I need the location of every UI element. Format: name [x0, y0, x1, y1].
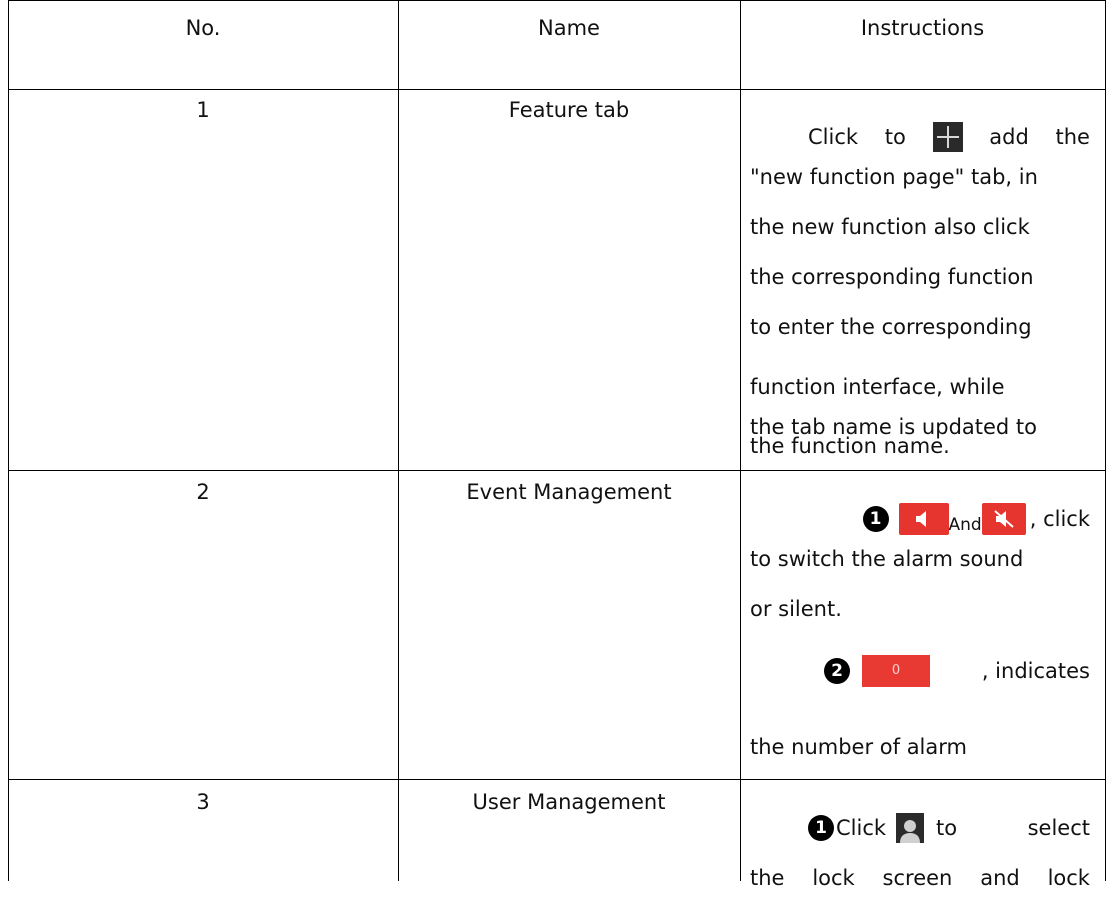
- row-1-name: Feature tab: [508, 98, 630, 122]
- row-1-click-word: Click: [808, 125, 859, 149]
- row-2-no: 2: [196, 480, 210, 504]
- row-1-no: 1: [196, 98, 210, 122]
- justified-word: and: [980, 866, 1020, 890]
- justified-word: screen: [882, 866, 953, 890]
- table-col-divider: [740, 0, 741, 881]
- speaker-on-icon: [898, 503, 949, 535]
- instruction-line: to switch the alarm sound: [750, 547, 1024, 571]
- header-instructions: Instructions: [860, 16, 985, 40]
- instruction-line: function interface, while: [750, 362, 1090, 412]
- speaker-glyph: [915, 511, 926, 527]
- table-border-right: [1105, 0, 1106, 881]
- instruction-line: or silent.: [750, 597, 842, 621]
- header-name: Name: [538, 16, 600, 40]
- user-icon: [896, 813, 925, 843]
- instruction-line: "new function page" tab, in: [750, 165, 1038, 189]
- table-border-top: [8, 0, 1106, 1]
- table-col-divider: [398, 0, 399, 881]
- instruction-table: No. Name Instructions 1 Feature tab Clic…: [0, 0, 1113, 890]
- row-3-instructions: 1 Click to select the lock screen and lo…: [750, 803, 1090, 890]
- instruction-line: the lock screen and lock: [750, 853, 1090, 903]
- row-1-to-word: to: [884, 125, 906, 149]
- instruction-line: the new function also click: [750, 215, 1030, 239]
- and-word: And: [948, 515, 982, 535]
- step-1-marker: 1: [808, 815, 834, 841]
- row-2-name: Event Management: [466, 480, 672, 504]
- muted-glyph: [994, 510, 1014, 528]
- indicates-word: , indicates: [981, 659, 1090, 683]
- justified-word: lock: [812, 866, 855, 890]
- row-2-step2-line: 2 0 , indicates: [750, 646, 1090, 696]
- instruction-line: the corresponding function: [750, 265, 1034, 289]
- row-1-the-word: the: [1055, 125, 1090, 149]
- justified-word: lock: [1047, 866, 1090, 890]
- header-no: No.: [185, 16, 221, 40]
- to-word: to: [936, 816, 958, 840]
- row-3-no: 3: [196, 790, 210, 814]
- select-word: select: [1027, 816, 1090, 840]
- instruction-line: the number of alarm: [750, 735, 967, 759]
- step-2-marker: 2: [824, 658, 850, 684]
- justified-word: the: [750, 866, 785, 890]
- row-1-lead-line: Click to add the: [750, 112, 1090, 162]
- row-1-instructions: Click to add the "new function page" tab…: [750, 112, 1090, 470]
- row-3-step1-line: 1 Click to select: [750, 803, 1090, 853]
- plus-icon: [932, 122, 963, 152]
- table-row-divider: [8, 89, 1106, 90]
- alarm-count-badge: 0: [862, 655, 930, 687]
- click-word: , click: [1029, 507, 1090, 531]
- justified-word: function interface, while: [750, 375, 1005, 399]
- user-glyph: [900, 820, 921, 843]
- table-border-left: [8, 0, 9, 881]
- table-row-divider: [8, 470, 1106, 471]
- row-2-step1-line: 1 And , click: [750, 494, 1090, 544]
- row-3-name: User Management: [472, 790, 666, 814]
- row-1-add-word: add: [989, 125, 1029, 149]
- speaker-muted-icon: [981, 503, 1026, 535]
- step-1-marker: 1: [862, 506, 889, 532]
- click-word: Click: [836, 816, 887, 840]
- instruction-line: to enter the corresponding: [750, 315, 1032, 339]
- instruction-line: the function name.: [750, 434, 950, 458]
- row-2-instructions: 1 And , click to switch the alarm sound …: [750, 494, 1090, 779]
